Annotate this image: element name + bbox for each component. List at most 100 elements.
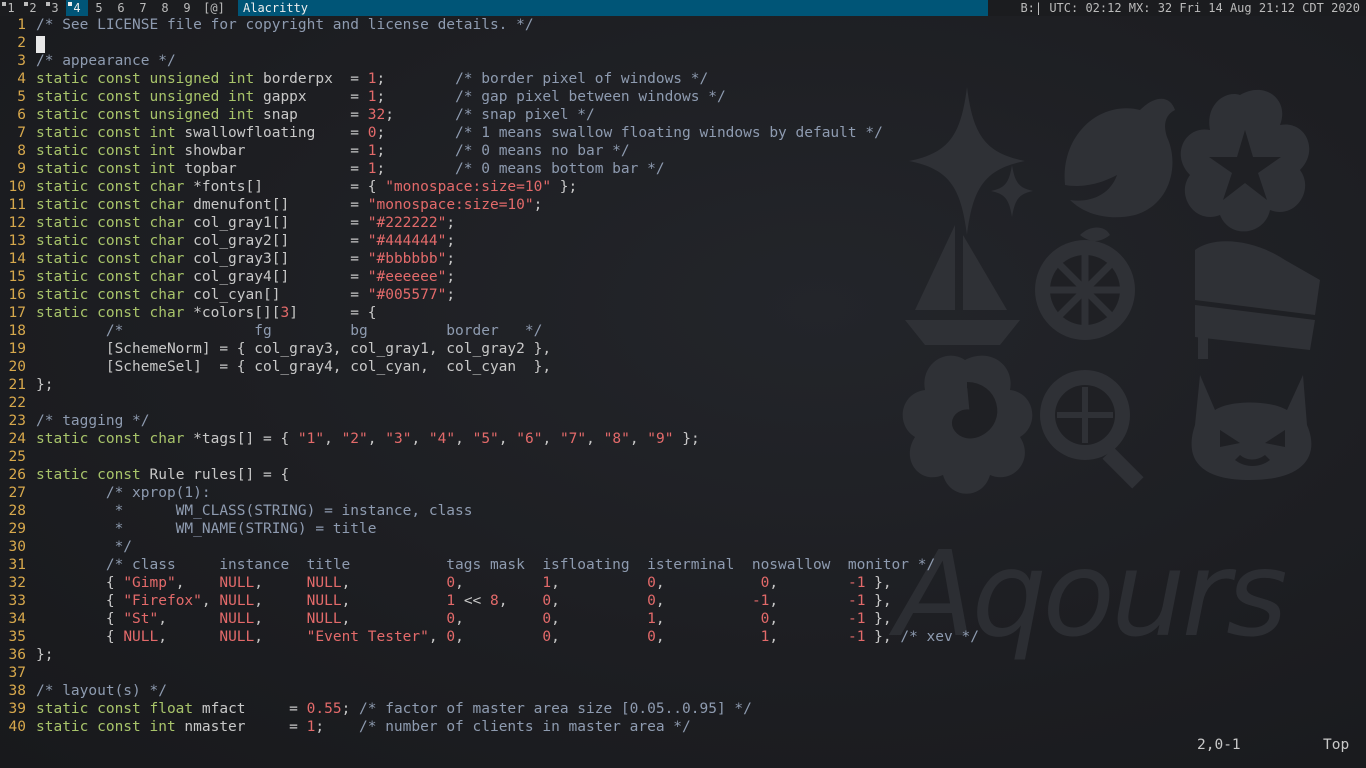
code-line[interactable]: 4 static const unsigned int borderpx = 1;…: [0, 70, 708, 88]
code-line[interactable]: 38 /* layout(s) */: [0, 682, 167, 700]
code-line[interactable]: 18 /* fg bg border */: [0, 322, 543, 340]
code-line[interactable]: 23 /* tagging */: [0, 412, 150, 430]
line-number: 1: [17, 17, 26, 33]
code-line[interactable]: 31 /* class instance title tags mask isf…: [0, 556, 936, 574]
code-line[interactable]: 34 { "St", NULL, NULL, 0, 0, 1, 0, -1 },: [0, 610, 892, 628]
code-text: /* See LICENSE file for copyright and li…: [36, 16, 534, 34]
tag-6[interactable]: 6: [110, 0, 132, 16]
code-token: ,: [655, 611, 761, 627]
code-token: },: [865, 629, 901, 645]
code-token: /* factor of master area size [0.05..0.9…: [359, 701, 752, 717]
code-token: static const int: [36, 719, 185, 735]
code-line[interactable]: 24 static const char *tags[] = { "1", "2"…: [0, 430, 700, 448]
code-token: ,: [551, 629, 648, 645]
code-line[interactable]: 35 { NULL, NULL, "Event Tester", 0, 0, 0…: [0, 628, 979, 646]
code-token: dmenufont[] =: [193, 197, 368, 213]
line-number: 7: [17, 125, 26, 141]
tag-8[interactable]: 8: [154, 0, 176, 16]
tag-4[interactable]: 4: [66, 0, 88, 16]
code-line[interactable]: 6 static const unsigned int snap = 32; /*…: [0, 106, 594, 124]
window-title[interactable]: Alacritty: [238, 0, 988, 16]
code-token: /* number of clients in master area */: [359, 719, 691, 735]
code-line[interactable]: 1 /* See LICENSE file for copyright and l…: [0, 16, 533, 34]
code-line[interactable]: 9 static const int topbar = 1; /* 0 means…: [0, 160, 664, 178]
code-token: ,: [769, 593, 848, 609]
code-line[interactable]: 2: [0, 34, 26, 52]
code-token: "#005577": [367, 287, 447, 303]
code-text: static const char col_gray1[] = "#222222…: [36, 214, 455, 232]
code-line[interactable]: 27 /* xprop(1):: [0, 484, 211, 502]
code-token: NULL: [219, 593, 255, 609]
tag-1[interactable]: 1: [0, 0, 22, 16]
code-token: ,: [158, 629, 220, 645]
code-token: ,: [769, 629, 848, 645]
code-token: ;: [376, 89, 456, 105]
code-token: static const: [36, 467, 150, 483]
code-line[interactable]: 14 static const char col_gray3[] = "#bbbb…: [0, 250, 456, 268]
code-line[interactable]: 8 static const int showbar = 1; /* 0 mean…: [0, 142, 629, 160]
code-line[interactable]: 3 /* appearance */: [0, 52, 175, 70]
code-line[interactable]: 40 static const int nmaster = 1; /* numbe…: [0, 718, 691, 736]
line-number: 8: [17, 143, 26, 159]
tag-9[interactable]: 9: [176, 0, 198, 16]
layout-symbol[interactable]: [@]: [198, 0, 230, 16]
code-line[interactable]: 11 static const char dmenufont[] = "monos…: [0, 196, 543, 214]
code-token: 1: [446, 593, 456, 609]
code-line[interactable]: 28 * WM_CLASS(STRING) = instance, class: [0, 502, 473, 520]
code-line[interactable]: 19 [SchemeNorm] = { col_gray3, col_gray1…: [0, 340, 552, 358]
code-token: static const int: [36, 143, 185, 159]
code-line[interactable]: 21};: [0, 376, 54, 394]
code-token: /* class instance title tags mask isfloa…: [105, 557, 936, 573]
tag-label: 1: [7, 1, 15, 15]
code-line[interactable]: 26 static const Rule rules[] = {: [0, 466, 290, 484]
code-line[interactable]: 30 */: [0, 538, 133, 556]
code-line[interactable]: 32 { "Gimp", NULL, NULL, 0, 1, 0, 0, -1 …: [0, 574, 892, 592]
code-token: swallowfloating =: [184, 125, 368, 141]
tag-7[interactable]: 7: [132, 0, 154, 16]
code-line[interactable]: 25: [0, 448, 26, 466]
tag-3[interactable]: 3: [44, 0, 66, 16]
code-token: static const char: [36, 269, 194, 285]
code-token: ,: [629, 431, 648, 447]
code-token: "Event Tester": [306, 629, 429, 645]
line-number: 37: [8, 665, 26, 681]
code-token: -1: [847, 575, 866, 591]
code-text: static const char col_gray3[] = "#bbbbbb…: [36, 250, 455, 268]
tag-5[interactable]: 5: [88, 0, 110, 16]
code-line[interactable]: 39 static const float mfact = 0.55; /* fa…: [0, 700, 752, 718]
code-line[interactable]: 20 [SchemeSel] = { col_gray4, col_cyan, …: [0, 358, 552, 376]
code-token: mfact =: [201, 701, 307, 717]
code-token: ;: [376, 125, 456, 141]
code-token: -1: [751, 593, 770, 609]
code-line[interactable]: 17 static const char *colors[][3] = {: [0, 304, 377, 322]
code-text: { NULL, NULL, "Event Tester", 0, 0, 0, 1…: [36, 628, 979, 646]
code-token: /* gap pixel between windows */: [455, 89, 726, 105]
vim-editor[interactable]: 1 /* See LICENSE file for copyright and l…: [0, 16, 1366, 736]
code-line[interactable]: 12 static const char col_gray1[] = "#2222…: [0, 214, 456, 232]
code-token: /* snap pixel */: [455, 107, 595, 123]
line-number: 39: [8, 701, 26, 717]
code-text: * WM_CLASS(STRING) = instance, class: [36, 502, 473, 520]
code-text: /* layout(s) */: [36, 682, 167, 700]
code-line[interactable]: 33 { "Firefox", NULL, NULL, 1 << 8, 0, 0…: [0, 592, 892, 610]
tag-2[interactable]: 2: [22, 0, 44, 16]
tag-label: 3: [51, 1, 59, 15]
code-line[interactable]: 10 static const char *fonts[] = { "monosp…: [0, 178, 578, 196]
tag-label: 8: [161, 1, 169, 15]
code-line[interactable]: 13 static const char col_gray2[] = "#4444…: [0, 232, 456, 250]
code-line[interactable]: 37: [0, 664, 26, 682]
code-line[interactable]: 15 static const char col_gray4[] = "#eeee…: [0, 268, 456, 286]
code-token: static const char: [36, 305, 194, 321]
code-token: gappx =: [262, 89, 368, 105]
code-token: {: [36, 611, 124, 627]
code-line[interactable]: 22: [0, 394, 26, 412]
code-line[interactable]: 16 static const char col_cyan[] = "#00557…: [0, 286, 456, 304]
code-text: static const char col_gray2[] = "#444444…: [36, 232, 455, 250]
code-line[interactable]: 29 * WM_NAME(STRING) = title: [0, 520, 377, 538]
code-line[interactable]: 36};: [0, 646, 54, 664]
code-line[interactable]: 5 static const unsigned int gappx = 1; /*…: [0, 88, 725, 106]
code-token: *fonts[] = {: [193, 179, 386, 195]
code-token: "Firefox": [123, 593, 202, 609]
code-line[interactable]: 7 static const int swallowfloating = 0; /…: [0, 124, 883, 142]
